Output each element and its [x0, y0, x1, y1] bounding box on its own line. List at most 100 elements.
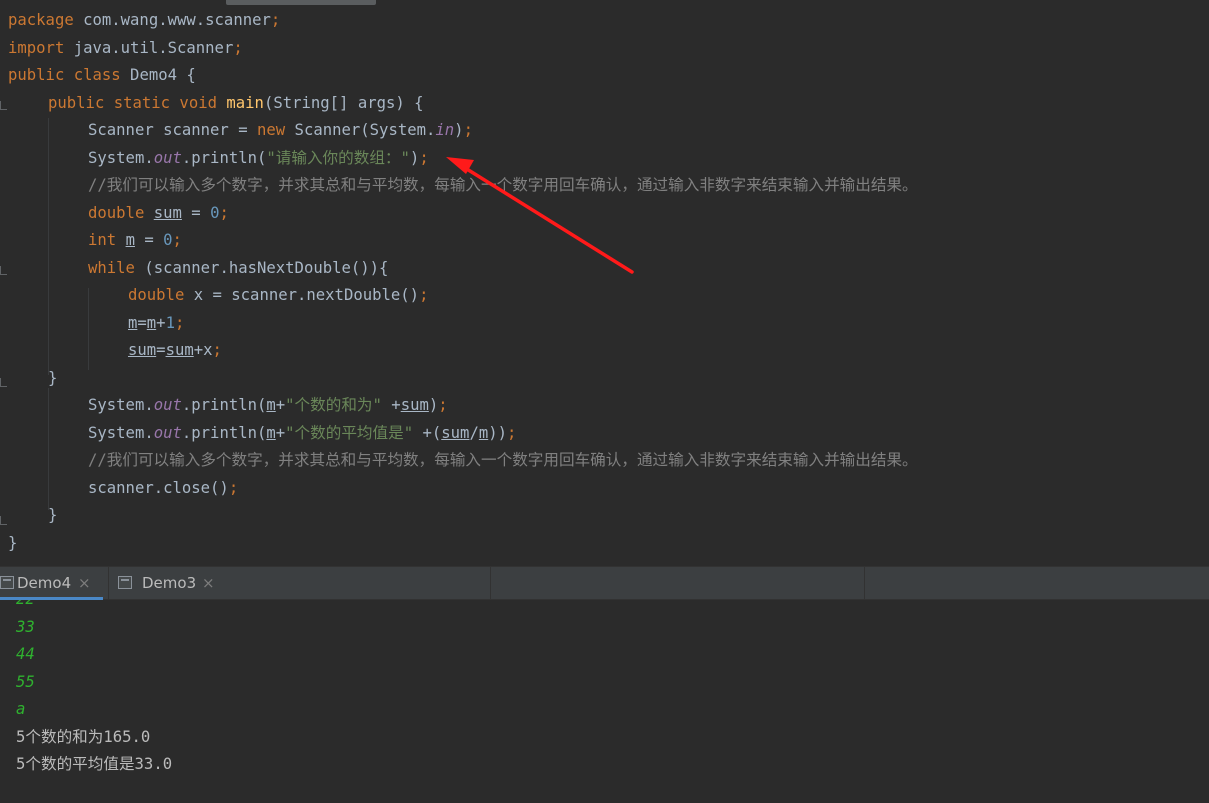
code-token: double: [88, 203, 145, 222]
code-token: ;: [233, 38, 243, 57]
close-icon[interactable]: ×: [202, 567, 215, 599]
code-token: }: [48, 368, 58, 387]
code-line: }: [48, 365, 57, 392]
code-token: //我们可以输入多个数字，并求其总和与平均数，每输入一个数字用回车确认，通过输入…: [88, 176, 918, 194]
code-line: import java.util.Scanner;: [8, 35, 243, 62]
code-line: System.out.println(m+"个数的和为" +sum);: [88, 392, 448, 419]
code-line: scanner.close();: [88, 475, 238, 502]
code-line: System.out.println(m+"个数的平均值是" +(sum/m))…: [88, 420, 516, 447]
code-line: double sum = 0;: [88, 200, 229, 227]
code-token: ;: [419, 286, 429, 304]
code-token: m: [266, 423, 276, 442]
code-token: =: [137, 313, 147, 332]
code-token: +: [275, 423, 286, 442]
tab-demo4[interactable]: Demo4 ×: [0, 567, 103, 600]
code-token: (scanner.hasNextDouble()){: [134, 258, 389, 277]
code-line: package com.wang.www.scanner;: [8, 7, 280, 34]
code-token: }: [48, 506, 58, 524]
close-icon[interactable]: ×: [78, 567, 91, 599]
code-token: out: [153, 148, 182, 167]
code-token: /: [469, 423, 479, 442]
code-token: ): [428, 396, 439, 414]
run-tool-window-tabs: Demo4 × Demo3 ×: [0, 566, 1209, 600]
code-token: m: [266, 396, 276, 414]
code-line: public class Demo4 {: [8, 62, 196, 89]
code-token: m: [125, 231, 135, 249]
code-token: +: [381, 396, 401, 414]
console-input-line: 55: [16, 672, 35, 691]
code-token: +: [156, 313, 166, 332]
code-token: ;: [438, 396, 448, 414]
code-line: }: [48, 502, 57, 529]
code-token: public class: [8, 66, 121, 84]
code-token: Scanner(System.: [285, 121, 436, 139]
code-token: +x: [193, 341, 213, 359]
console-icon: [0, 576, 14, 589]
code-token: 0: [163, 231, 173, 249]
code-token: ): [454, 121, 464, 139]
horizontal-scrollbar-thumb[interactable]: [226, 0, 376, 5]
code-token: new: [257, 121, 286, 139]
code-token: m: [146, 313, 157, 332]
code-token: scanner.close(): [88, 478, 229, 497]
console-input-line: 22: [16, 600, 35, 613]
fold-marker-icon[interactable]: [0, 378, 7, 387]
code-token: ;: [507, 423, 517, 442]
code-token: m: [128, 313, 138, 332]
code-token: ;: [228, 478, 239, 497]
code-token: java.util.Scanner: [64, 38, 234, 57]
code-token: =: [156, 341, 166, 359]
code-token: sum: [153, 203, 182, 222]
code-token: System.: [88, 423, 154, 442]
code-token: .println(: [181, 423, 267, 442]
code-token: sum: [400, 396, 429, 414]
code-token: .println(: [181, 148, 267, 167]
code-editor[interactable]: package com.wang.www.scanner; import java…: [0, 0, 1209, 566]
tab-demo3[interactable]: Demo3 ×: [118, 567, 228, 600]
code-token: +: [275, 396, 286, 414]
code-token: int: [88, 231, 117, 249]
code-token: sum: [441, 423, 470, 442]
code-token: while: [88, 258, 135, 277]
code-token: Scanner scanner =: [88, 121, 257, 139]
code-line: //我们可以输入多个数字，并求其总和与平均数，每输入一个数字用回车确认，通过输入…: [88, 447, 918, 474]
tab-divider: [490, 567, 491, 599]
code-token: (String[] args) {: [263, 93, 424, 112]
code-token: out: [153, 396, 182, 414]
code-token: System.: [88, 148, 154, 167]
code-line: Scanner scanner = new Scanner(System.in)…: [88, 117, 473, 144]
code-line: //我们可以输入多个数字，并求其总和与平均数，每输入一个数字用回车确认，通过输入…: [88, 172, 918, 199]
code-token: ;: [212, 341, 222, 359]
code-token: in: [435, 121, 455, 139]
console-icon: [118, 576, 132, 589]
code-token: )): [488, 423, 508, 442]
code-token: ): [409, 148, 420, 167]
code-token: ;: [463, 121, 473, 139]
code-token: import: [8, 38, 65, 57]
code-token: System.: [88, 396, 154, 414]
tab-divider: [108, 567, 109, 599]
fold-marker-icon[interactable]: [0, 516, 7, 525]
code-token: .println(: [181, 396, 267, 414]
code-token: "个数的平均值是": [285, 423, 414, 442]
run-console-output[interactable]: 22 33 44 55 a 5个数的和为165.0 5个数的平均值是33.0: [0, 600, 1209, 803]
indent-guide: [88, 288, 89, 370]
code-token: ;: [419, 148, 429, 167]
console-output-line: 5个数的平均值是33.0: [16, 755, 173, 773]
code-line: m=m+1;: [128, 310, 184, 337]
code-token: sum: [128, 341, 157, 359]
tab-label: Demo3: [142, 574, 197, 592]
fold-marker-icon[interactable]: [0, 266, 7, 275]
code-token: Demo4 {: [120, 66, 196, 84]
code-line: public static void main(String[] args) {: [48, 90, 424, 117]
code-token: double: [128, 286, 185, 304]
code-token: public static void: [48, 93, 217, 112]
code-token: sum: [165, 341, 194, 359]
fold-marker-icon[interactable]: [0, 101, 7, 110]
indent-guide: [48, 118, 49, 375]
code-line: System.out.println("请输入你的数组：");: [88, 145, 429, 172]
code-token: }: [8, 533, 18, 552]
indent-guide: [48, 388, 49, 510]
